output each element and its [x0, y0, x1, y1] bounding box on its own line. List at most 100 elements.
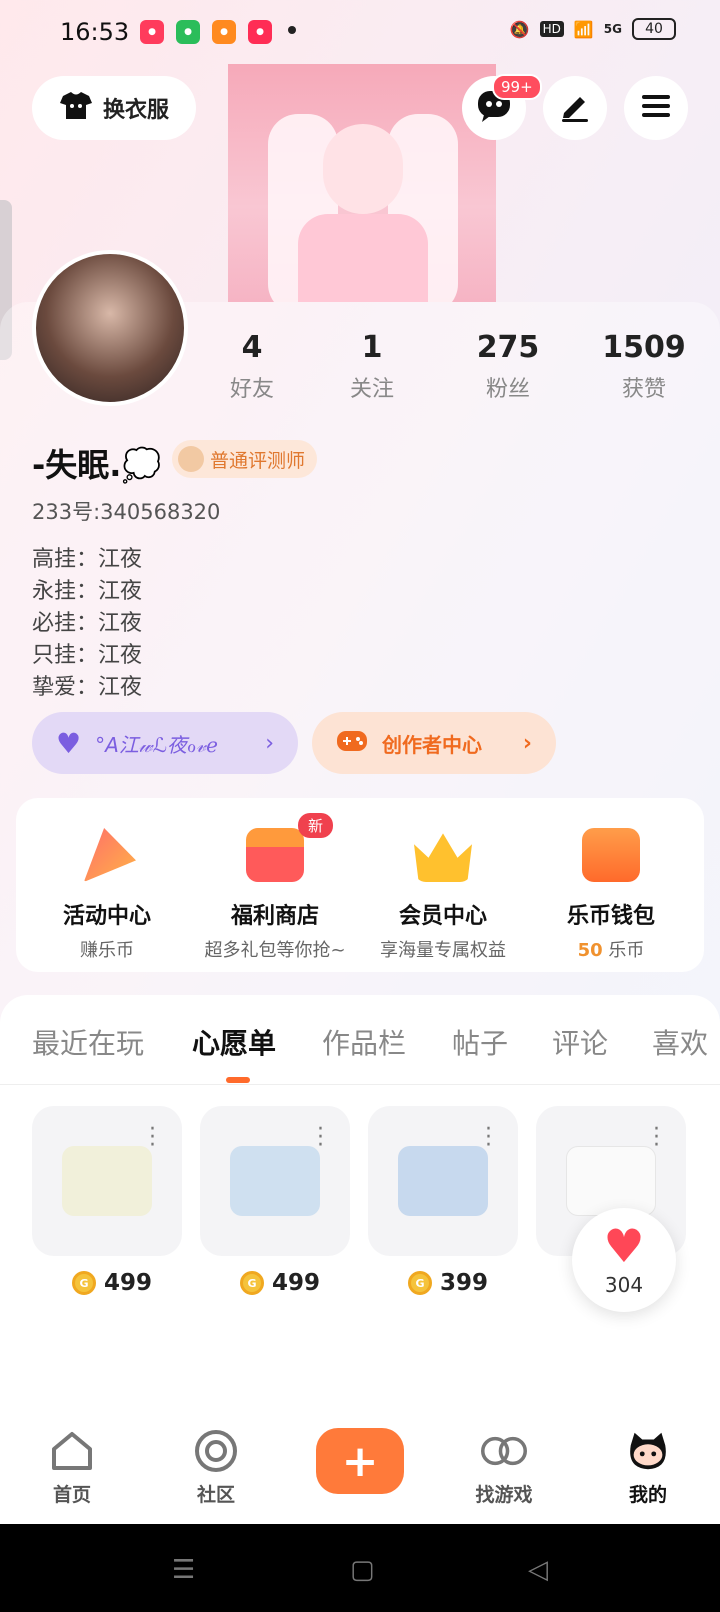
- status-bar: 16:53 ● ● ● ● 🔕 HD 📶 5G 40: [0, 0, 720, 64]
- create-post-button[interactable]: +: [316, 1428, 404, 1494]
- user-id: 233号:340568320: [32, 500, 221, 524]
- clothing-thumbnail: [230, 1146, 320, 1216]
- back-icon[interactable]: ◁: [528, 1555, 548, 1585]
- avatar[interactable]: [32, 250, 188, 406]
- couple-space-button[interactable]: ♥ °A江𝓌ℒ夜ℴ𝓋ℯ ›: [32, 712, 298, 774]
- tshirt-icon: [59, 90, 93, 126]
- service-desc: 赚乐币: [80, 940, 134, 961]
- status-time: 16:53: [60, 18, 130, 46]
- more-options-icon[interactable]: · · ·: [485, 1119, 492, 1157]
- app-notification-icon: ●: [176, 20, 200, 44]
- avatar-outfit-banner[interactable]: [228, 64, 496, 302]
- tab-posts[interactable]: 帖子: [452, 1022, 508, 1062]
- welfare-shop-button[interactable]: 福利商店 超多礼包等你抢~: [190, 828, 360, 962]
- like-button[interactable]: ♥ 304: [572, 1208, 676, 1312]
- edit-profile-button[interactable]: [543, 76, 607, 140]
- purple-heart-icon: ♥: [56, 726, 82, 760]
- clothing-thumbnail: [398, 1146, 488, 1216]
- recent-apps-icon[interactable]: ☰: [172, 1555, 195, 1585]
- bio-line: 挚爱：江夜: [32, 675, 143, 700]
- nav-label: 首页: [52, 1484, 91, 1506]
- change-outfit-button[interactable]: 换衣服: [32, 76, 196, 140]
- home-icon: [49, 1428, 95, 1474]
- bio-line: 高挂：江夜: [32, 547, 143, 572]
- item-price: G 499: [240, 1270, 320, 1296]
- coin-wallet-button[interactable]: 乐币钱包 50 乐币: [526, 828, 696, 962]
- battery-icon: 40: [632, 18, 676, 40]
- service-name: 福利商店: [230, 904, 319, 929]
- clothing-thumbnail: [566, 1146, 656, 1216]
- wishlist-item[interactable]: · · ·: [32, 1106, 182, 1256]
- wishlist-item[interactable]: · · ·: [200, 1106, 350, 1256]
- status-icons: 🔕 HD 📶 5G 40: [510, 18, 676, 40]
- signal-icon: 5G: [603, 22, 622, 36]
- coin-icon: G: [240, 1271, 264, 1295]
- tab-comments[interactable]: 评论: [552, 1022, 608, 1062]
- stat-likes[interactable]: 1509 获赞: [584, 330, 704, 403]
- title-badge[interactable]: 普通评测师: [172, 440, 318, 478]
- stat-value: 1: [361, 330, 383, 365]
- like-count: 304: [604, 1273, 644, 1297]
- stat-value: 4: [241, 330, 263, 365]
- stat-label: 关注: [349, 377, 394, 402]
- mute-icon: 🔕: [509, 19, 530, 39]
- new-badge: 新: [298, 813, 334, 838]
- banner-decoration: [298, 214, 428, 302]
- menu-button[interactable]: [624, 76, 688, 140]
- nav-label: 找游戏: [475, 1484, 533, 1506]
- activity-center-button[interactable]: 活动中心 赚乐币: [22, 828, 192, 962]
- price-value: 399: [440, 1270, 489, 1296]
- coin-balance: 50: [577, 940, 603, 961]
- stat-label: 好友: [229, 377, 274, 402]
- pencil-icon: [558, 89, 592, 127]
- item-price: G 499: [72, 1270, 152, 1296]
- username: -失眠.💭: [32, 446, 162, 484]
- stat-following[interactable]: 1 关注: [312, 330, 432, 403]
- tab-wishlist[interactable]: 心愿单: [192, 1022, 276, 1062]
- stat-friends[interactable]: 4 好友: [192, 330, 312, 403]
- wishlist-item[interactable]: · · ·: [368, 1106, 518, 1256]
- wifi-icon: 📶: [573, 19, 594, 39]
- more-options-icon[interactable]: · · ·: [317, 1119, 324, 1157]
- clothing-thumbnail: [62, 1146, 152, 1216]
- price-value: 499: [272, 1270, 321, 1296]
- nav-profile[interactable]: 我的: [588, 1428, 708, 1507]
- bio-line: 必挂：江夜: [32, 611, 143, 636]
- app-notification-icon: ●: [212, 20, 236, 44]
- hamburger-menu-icon: [640, 92, 672, 124]
- tab-works[interactable]: 作品栏: [322, 1022, 406, 1062]
- home-system-icon[interactable]: ▢: [350, 1555, 375, 1585]
- creator-center-button[interactable]: 创作者中心 ›: [312, 712, 556, 774]
- bio-line: 永挂：江夜: [32, 579, 143, 604]
- coin-icon: G: [72, 1271, 96, 1295]
- crown-icon: [414, 833, 472, 882]
- service-name: 活动中心: [62, 904, 151, 929]
- coin-unit: 乐币: [608, 940, 645, 961]
- nav-community[interactable]: 社区: [156, 1428, 276, 1507]
- price-value: 499: [104, 1270, 153, 1296]
- tab-recently-played[interactable]: 最近在玩: [32, 1022, 144, 1062]
- stat-label: 粉丝: [485, 377, 530, 402]
- wallet-icon: [582, 828, 640, 882]
- more-options-icon[interactable]: · · ·: [149, 1119, 156, 1157]
- stat-value: 1509: [602, 330, 686, 365]
- party-popper-icon: [83, 828, 136, 882]
- active-tab-indicator: [226, 1077, 250, 1083]
- heart-icon: ♥: [603, 1219, 645, 1273]
- notification-badge: 99+: [492, 74, 542, 100]
- item-price: G 399: [408, 1270, 488, 1296]
- service-desc: 超多礼包等你抢~: [204, 940, 346, 961]
- tab-likes[interactable]: 喜欢: [652, 1022, 708, 1062]
- nav-label: 我的: [628, 1484, 667, 1506]
- stat-fans[interactable]: 275 粉丝: [448, 330, 568, 403]
- service-desc: 享海量专属权益: [380, 940, 506, 961]
- plus-icon: +: [341, 1435, 379, 1487]
- nav-home[interactable]: 首页: [12, 1428, 132, 1507]
- creator-center-label: 创作者中心: [382, 732, 482, 757]
- service-name: 会员中心: [398, 904, 487, 929]
- change-outfit-label: 换衣服: [102, 98, 169, 123]
- service-desc: 50 乐币: [526, 936, 696, 962]
- vip-center-button[interactable]: 会员中心 享海量专属权益: [358, 828, 528, 962]
- more-options-icon[interactable]: · · ·: [653, 1119, 660, 1157]
- nav-find-games[interactable]: 找游戏: [444, 1428, 564, 1507]
